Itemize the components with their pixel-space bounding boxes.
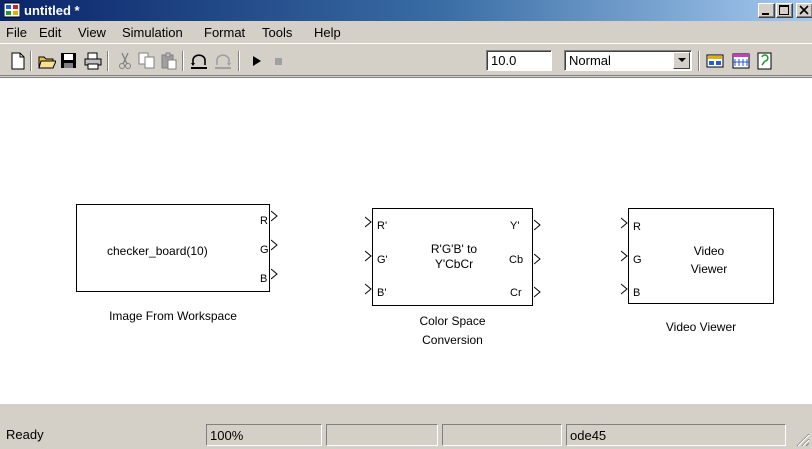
stop-simulation-icon[interactable]	[270, 52, 288, 70]
toolbar-separator	[238, 51, 240, 71]
start-simulation-icon[interactable]	[248, 52, 266, 70]
close-button[interactable]	[796, 3, 812, 18]
status-cell-empty	[326, 424, 438, 446]
save-icon[interactable]	[60, 52, 78, 70]
zoom-level: 100%	[206, 424, 322, 446]
toolbar-separator	[107, 51, 109, 71]
toolbar-separator	[698, 51, 700, 71]
minimize-button[interactable]	[758, 3, 775, 18]
output-port-label: G	[260, 244, 269, 256]
output-port-label: B	[260, 273, 268, 285]
color-space-conversion-block[interactable]: R' G' B' R'G'B' to Y'CbCr Y' Cb Cr	[372, 208, 533, 306]
window-title: untitled *	[24, 3, 80, 18]
undo-icon[interactable]	[190, 52, 208, 70]
menu-format[interactable]: Format	[204, 25, 245, 40]
menu-help[interactable]: Help	[314, 25, 341, 40]
redo-icon[interactable]	[214, 52, 232, 70]
chevron-down-icon[interactable]	[673, 52, 690, 69]
status-cell-empty	[442, 424, 562, 446]
input-port-label: G'	[377, 254, 388, 266]
model-explorer-icon[interactable]	[756, 52, 774, 70]
menu-view[interactable]: View	[78, 25, 106, 40]
paste-icon[interactable]	[160, 52, 178, 70]
new-model-icon[interactable]	[9, 52, 27, 70]
stop-time-input[interactable]: 10.0	[486, 50, 552, 71]
build-model-icon[interactable]	[706, 52, 724, 70]
block-caption: Color Space	[419, 314, 486, 328]
output-port-arrow[interactable]	[271, 210, 279, 222]
input-port-label: R'	[377, 220, 388, 232]
block-parameter-text: Y'CbCr	[434, 257, 474, 271]
status-text: Ready	[6, 427, 44, 442]
output-port-arrow[interactable]	[534, 286, 542, 298]
output-port-label: Cb	[509, 254, 524, 266]
input-port-label: B'	[377, 287, 387, 299]
menu-file[interactable]: File	[6, 25, 27, 40]
video-viewer-block[interactable]: R G B Video Viewer	[628, 208, 774, 304]
block-parameter-text: Viewer	[690, 262, 728, 276]
menu-edit[interactable]: Edit	[39, 25, 61, 40]
output-port-arrow[interactable]	[271, 268, 279, 280]
title-bar: untitled *	[0, 0, 812, 21]
solver-name: ode45	[566, 424, 786, 446]
image-from-workspace-block[interactable]: checker_board(10) R G B	[76, 204, 270, 292]
menu-simulation[interactable]: Simulation	[122, 25, 183, 40]
toolbar: 10.0 Normal	[0, 43, 812, 76]
output-port-arrow[interactable]	[534, 253, 542, 265]
block-parameter-text: Video	[693, 244, 725, 258]
output-port-label: Y'	[510, 220, 520, 232]
copy-icon[interactable]	[138, 52, 156, 70]
block-caption: Image From Workspace	[109, 309, 237, 323]
simulation-mode-value: Normal	[569, 53, 611, 68]
menu-tools[interactable]: Tools	[262, 25, 292, 40]
maximize-button[interactable]	[776, 3, 793, 18]
input-port-label: B	[633, 287, 641, 299]
block-caption: Video Viewer	[665, 320, 737, 334]
simulink-model-icon[interactable]	[3, 2, 21, 18]
output-port-arrow[interactable]	[271, 239, 279, 251]
simulation-mode-select[interactable]: Normal	[564, 50, 692, 71]
resize-grip-icon[interactable]	[794, 431, 810, 447]
library-browser-icon[interactable]	[732, 52, 750, 70]
block-parameter-text: R'G'B' to	[430, 242, 478, 256]
menu-bar: File Edit View Simulation Format Tools H…	[0, 21, 812, 43]
block-caption: Conversion	[422, 333, 483, 347]
print-icon[interactable]	[84, 52, 102, 70]
input-port-label: R	[633, 221, 641, 233]
output-port-label: Cr	[510, 287, 522, 299]
status-bar: Ready 100% ode45	[0, 421, 812, 449]
open-folder-icon[interactable]	[38, 52, 57, 70]
toolbar-separator	[182, 51, 184, 71]
output-port-label: R	[260, 215, 268, 227]
toolbar-separator	[30, 51, 32, 71]
block-parameter-text: checker_board(10)	[107, 244, 208, 258]
model-canvas[interactable]: checker_board(10) R G B Image From Works…	[0, 77, 812, 404]
input-port-label: G	[633, 254, 642, 266]
output-port-arrow[interactable]	[534, 219, 542, 231]
cut-icon[interactable]	[116, 52, 134, 70]
